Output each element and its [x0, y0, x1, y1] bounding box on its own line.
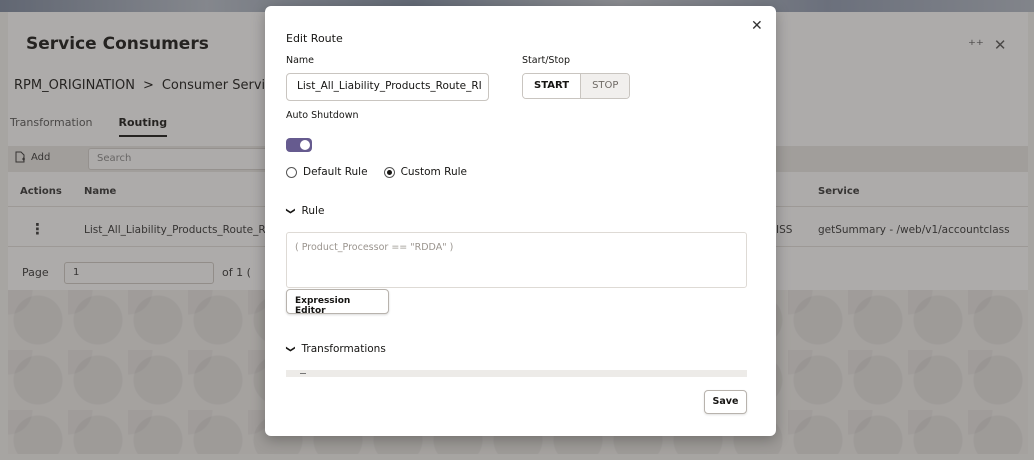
- chevron-down-icon: ❯: [284, 207, 295, 215]
- rule-section-label: Rule: [301, 205, 325, 217]
- transformations-section-label: Transformations: [301, 343, 386, 355]
- transformations-toolbar: [286, 370, 747, 377]
- close-icon[interactable]: ✕: [751, 18, 763, 34]
- dialog-title: Edit Route: [286, 32, 343, 45]
- default-rule-radio[interactable]: [286, 166, 297, 178]
- save-button[interactable]: Save: [704, 390, 747, 414]
- chevron-down-icon: ❯: [284, 345, 295, 353]
- name-label: Name: [286, 55, 315, 66]
- custom-rule-radio[interactable]: [383, 166, 395, 178]
- transformations-section-header[interactable]: ❯ Transformations: [284, 343, 386, 355]
- start-stop-toggle: START STOP: [522, 73, 631, 99]
- auto-shutdown-switch[interactable]: [286, 138, 312, 152]
- stop-button[interactable]: STOP: [581, 74, 630, 98]
- expression-editor-button[interactable]: Expression Editor: [286, 289, 389, 316]
- rule-expression-field[interactable]: ( Product_Processor == "RDDA" ): [286, 232, 747, 288]
- rule-section-header[interactable]: ❯ Rule: [284, 205, 325, 217]
- edit-route-dialog: Edit Route ✕ Name List_All_Liability_Pro…: [265, 6, 776, 436]
- name-field[interactable]: List_All_Liability_Products_Route_RI: [286, 73, 489, 101]
- start-stop-label: Start/Stop: [522, 55, 571, 66]
- start-button[interactable]: START: [523, 74, 582, 98]
- rule-type-radio-group: Default Rule Custom Rule: [286, 166, 483, 178]
- default-rule-label: Default Rule: [303, 166, 368, 178]
- auto-shutdown-label: Auto Shutdown: [286, 110, 359, 121]
- custom-rule-label: Custom Rule: [400, 166, 467, 178]
- switch-knob: [300, 140, 310, 150]
